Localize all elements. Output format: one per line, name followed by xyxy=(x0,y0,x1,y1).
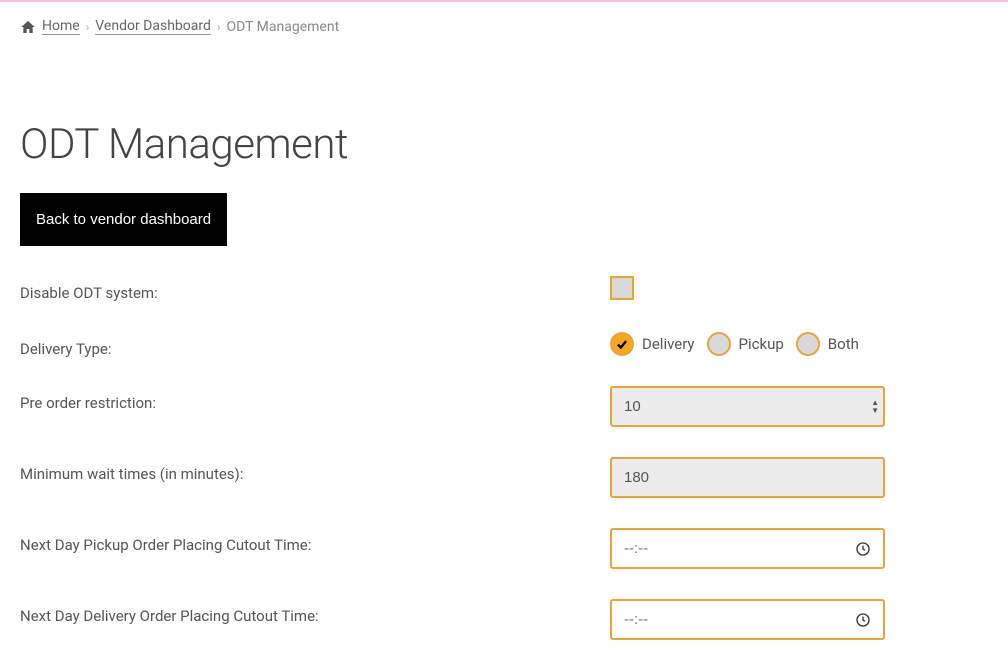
page-title: ODT Management xyxy=(20,120,988,169)
breadcrumb: Home › Vendor Dashboard › ODT Management xyxy=(20,18,988,35)
breadcrumb-current: ODT Management xyxy=(226,19,339,35)
home-icon xyxy=(20,19,36,35)
delivery-type-radio-delivery[interactable] xyxy=(610,332,634,356)
pre-order-label: Pre order restriction: xyxy=(20,386,610,412)
chevron-right-icon: › xyxy=(86,20,90,34)
pre-order-spinner[interactable]: ▲▼ xyxy=(871,399,879,415)
min-wait-label: Minimum wait times (in minutes): xyxy=(20,457,610,483)
delivery-cutout-label: Next Day Delivery Order Placing Cutout T… xyxy=(20,599,610,625)
delivery-type-option-both-label: Both xyxy=(828,335,859,353)
back-to-dashboard-button[interactable]: Back to vendor dashboard xyxy=(20,193,227,246)
delivery-cutout-input[interactable] xyxy=(610,599,885,640)
delivery-type-option-pickup-label: Pickup xyxy=(739,335,784,353)
pre-order-input[interactable] xyxy=(610,386,885,427)
pickup-cutout-input[interactable] xyxy=(610,528,885,569)
delivery-type-radios: Delivery Pickup Both xyxy=(610,332,885,356)
delivery-type-label: Delivery Type: xyxy=(20,332,610,358)
delivery-type-radio-both[interactable] xyxy=(796,332,820,356)
breadcrumb-vendor-dashboard[interactable]: Vendor Dashboard xyxy=(95,18,211,35)
disable-odt-label: Disable ODT system: xyxy=(20,276,610,302)
pickup-cutout-label: Next Day Pickup Order Placing Cutout Tim… xyxy=(20,528,610,554)
delivery-type-option-delivery-label: Delivery xyxy=(642,335,695,353)
min-wait-input[interactable] xyxy=(610,457,885,498)
disable-odt-checkbox[interactable] xyxy=(610,276,634,300)
chevron-right-icon: › xyxy=(217,20,221,34)
delivery-type-radio-pickup[interactable] xyxy=(707,332,731,356)
breadcrumb-home[interactable]: Home xyxy=(42,18,80,35)
